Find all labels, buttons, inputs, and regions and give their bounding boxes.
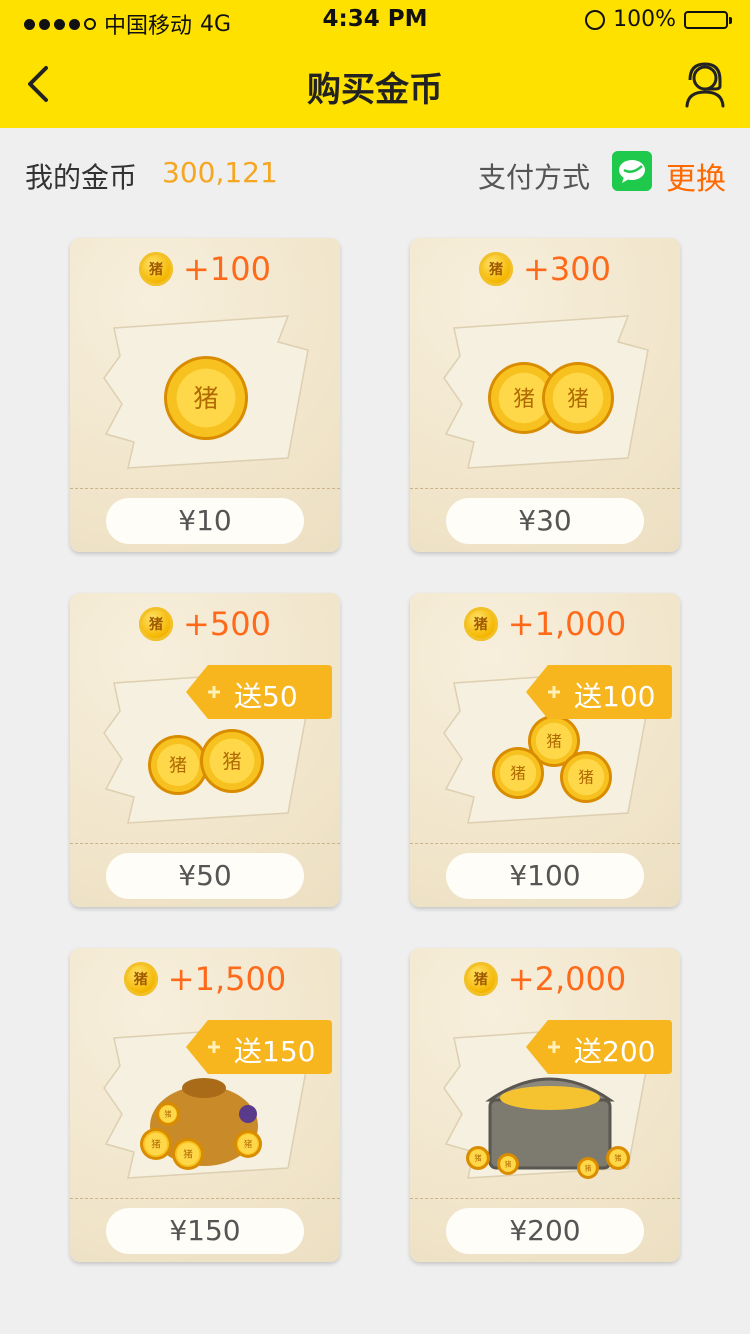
package-amount: 猪 +100 <box>70 250 340 288</box>
package-amount: 猪 +300 <box>410 250 680 288</box>
bonus-tag: 送150 <box>184 1018 334 1076</box>
price-button[interactable]: ¥200 <box>446 1208 644 1254</box>
svg-text:猪: 猪 <box>244 1139 253 1149</box>
svg-text:猪: 猪 <box>222 750 241 773</box>
my-coins-label: 我的金币 <box>25 161 138 194</box>
card-divider <box>410 488 680 489</box>
svg-text:猪: 猪 <box>474 1154 481 1163</box>
coin-package-card[interactable]: 猪 +500 猪 猪 送50 ¥50 <box>70 593 340 907</box>
package-amount: 猪 +500 <box>70 605 340 643</box>
bonus-tag-label: 送50 <box>234 680 298 713</box>
card-divider <box>410 1198 680 1199</box>
bonus-tag-label: 送200 <box>574 1035 656 1068</box>
info-bar: 我的金币 300,121 支付方式 更换 <box>0 128 750 218</box>
svg-text:猪: 猪 <box>151 1139 161 1151</box>
svg-text:猪: 猪 <box>614 1154 621 1163</box>
bonus-tag-label: 送150 <box>234 1035 316 1068</box>
svg-text:猪: 猪 <box>585 1163 592 1172</box>
coin-package-card[interactable]: 猪 +300 猪 猪 ¥30 <box>410 238 680 552</box>
svg-text:猪: 猪 <box>578 769 594 787</box>
price-button[interactable]: ¥30 <box>446 498 644 544</box>
svg-text:猪: 猪 <box>183 1149 193 1161</box>
coin-icon: 猪 <box>139 607 174 641</box>
package-illustration: 猪 猪 <box>438 308 652 478</box>
price-button[interactable]: ¥150 <box>106 1208 304 1254</box>
price-button[interactable]: ¥100 <box>446 853 644 899</box>
change-payment-button[interactable]: 更换 <box>666 154 726 198</box>
battery-icon <box>684 10 732 29</box>
package-amount-label: +1,500 <box>167 960 287 998</box>
package-amount: 猪 +1,000 <box>410 605 680 643</box>
svg-text:猪: 猪 <box>546 733 562 751</box>
coin-package-card[interactable]: 猪 +100 猪 ¥10 <box>70 238 340 552</box>
price-button[interactable]: ¥10 <box>106 498 304 544</box>
svg-text:猪: 猪 <box>169 756 187 777</box>
package-amount: 猪 +1,500 <box>70 960 340 998</box>
package-amount-label: +500 <box>183 605 271 643</box>
coin-icon: 猪 <box>479 252 514 286</box>
battery-percent: 100% <box>613 7 676 32</box>
bonus-tag: 送50 <box>184 663 334 721</box>
coin-package-card[interactable]: 猪 +1,000 猪 猪 猪 送100 ¥100 <box>410 593 680 907</box>
page-title: 购买金币 <box>307 70 443 110</box>
card-divider <box>410 843 680 844</box>
bonus-tag: 送200 <box>524 1018 674 1076</box>
card-divider <box>70 488 340 489</box>
svg-text:猪: 猪 <box>164 1110 171 1119</box>
price-button[interactable]: ¥50 <box>106 853 304 899</box>
svg-text:猪: 猪 <box>505 1159 512 1168</box>
coin-package-card[interactable]: 猪 +2,000 猪 猪 猪 猪 送200 ¥200 <box>410 948 680 1262</box>
svg-text:猪: 猪 <box>193 384 218 413</box>
wechat-pay-icon[interactable] <box>612 151 652 191</box>
status-right: 100% <box>585 7 732 32</box>
package-illustration: 猪 <box>98 308 312 478</box>
card-divider <box>70 1198 340 1199</box>
status-bar: 中国移动 4G 4:34 PM 100% <box>0 0 750 40</box>
svg-text:猪: 猪 <box>567 387 589 412</box>
package-amount-label: +300 <box>523 250 611 288</box>
coin-icon: 猪 <box>463 962 498 996</box>
card-divider <box>70 843 340 844</box>
bonus-tag-label: 送100 <box>574 680 656 713</box>
package-amount-label: +2,000 <box>507 960 627 998</box>
coin-icon: 猪 <box>139 252 174 286</box>
customer-service-icon[interactable] <box>682 60 728 108</box>
coin-icon: 猪 <box>463 607 498 641</box>
package-amount-label: +1,000 <box>507 605 627 643</box>
svg-text:猪: 猪 <box>510 765 526 783</box>
coin-package-card[interactable]: 猪 +1,500 猪 猪 猪 猪 送150 ¥150 <box>70 948 340 1262</box>
package-amount-label: +100 <box>183 250 271 288</box>
package-amount: 猪 +2,000 <box>410 960 680 998</box>
my-coins-value: 300,121 <box>162 156 278 189</box>
payment-method-label: 支付方式 <box>478 161 591 194</box>
bonus-tag: 送100 <box>524 663 674 721</box>
nav-bar: 购买金币 <box>0 40 750 128</box>
coin-icon: 猪 <box>123 962 158 996</box>
svg-text:猪: 猪 <box>513 387 535 412</box>
rotation-lock-icon <box>585 9 606 30</box>
